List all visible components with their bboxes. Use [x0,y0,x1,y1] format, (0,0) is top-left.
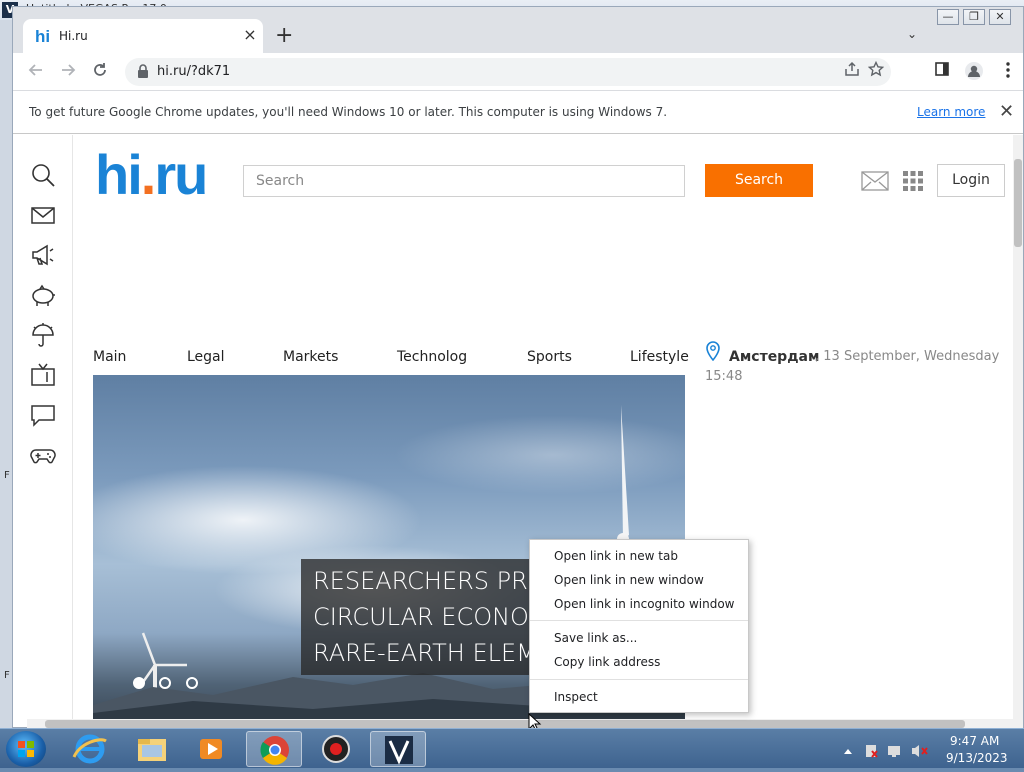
menu-separator [530,620,748,621]
hero-caption-line: RARE-EARTH ELEM [313,639,537,667]
location-time: 15:48 [705,369,743,384]
menu-separator [530,679,748,680]
piggy-bank-icon[interactable] [29,281,57,309]
menu-open-new-tab[interactable]: Open link in new tab [554,549,678,563]
address-bar[interactable]: hi.ru/?dk71 [125,58,891,86]
internet-explorer-icon[interactable] [62,731,118,767]
update-infobar: To get future Google Chrome updates, you… [13,92,1023,134]
tab-search-chevron-icon[interactable]: ⌄ [907,27,917,41]
logo-dot: . [140,143,157,206]
side-navigation [13,135,73,719]
minimize-button[interactable]: — [937,9,959,25]
infobar-close-icon[interactable]: ✕ [999,101,1014,122]
slide-dot[interactable] [159,677,171,689]
learn-more-link[interactable]: Learn more [917,105,985,119]
back-arrow-icon[interactable] [25,61,47,83]
location-city[interactable]: Амстердам [729,349,819,365]
search-icon[interactable] [29,161,57,189]
location-pin-icon [706,341,720,361]
nav-main[interactable]: Main [93,349,126,365]
nav-legal[interactable]: Legal [187,349,225,365]
tab-strip: — ❐ ✕ hi Hi.ru × + ⌄ [13,7,1023,53]
apps-grid-icon[interactable] [903,171,923,191]
new-tab-button[interactable]: + [275,25,293,47]
profile-avatar-icon[interactable] [963,61,985,83]
hero-caption-line: RESEARCHERS PRO [313,567,547,595]
location-date: , 13 September, Wednesday [815,349,1000,364]
tab-close-icon[interactable]: × [241,26,259,44]
lock-icon[interactable] [135,63,151,79]
share-icon[interactable] [841,61,863,83]
system-tray-icons[interactable] [842,743,932,759]
hi-ru-logo[interactable]: hi.ru [95,147,208,203]
vertical-scrollbar-thumb[interactable] [1014,159,1022,247]
browser-toolbar: hi.ru/?dk71 [13,53,1023,91]
vertical-scrollbar[interactable] [1013,135,1023,719]
slide-dot[interactable] [133,677,145,689]
horizontal-scrollbar-thumb[interactable] [45,720,965,728]
nav-technology[interactable]: Technolog [397,349,467,365]
tab-title: Hi.ru [59,29,88,43]
page-viewport: hi.ru Search Search Login Main Legal Mar… [13,135,1013,719]
media-player-icon[interactable] [184,731,240,767]
logo-text: hi [95,143,143,206]
envelope-icon[interactable] [861,171,889,191]
hero-caption-line: CIRCULAR ECONON [313,603,547,631]
megaphone-icon[interactable] [29,241,57,269]
menu-kebab-icon[interactable] [997,61,1019,83]
windows-taskbar [0,728,1024,768]
search-button[interactable]: Search [705,164,813,197]
edge-mark: F [4,670,10,681]
vegas-pro-icon[interactable] [370,731,426,767]
url-text: hi.ru/?dk71 [157,64,231,79]
weather-umbrella-icon[interactable] [29,321,57,349]
background-window-edge: F F [0,20,12,728]
tab-hi-ru[interactable]: hi Hi.ru × [23,19,263,53]
search-input[interactable]: Search [243,165,685,197]
menu-copy-link[interactable]: Copy link address [554,655,660,669]
tv-icon[interactable] [29,361,57,389]
file-explorer-icon[interactable] [124,731,180,767]
menu-open-new-window[interactable]: Open link in new window [554,573,704,587]
menu-inspect[interactable]: Inspect [554,690,598,704]
nav-markets[interactable]: Markets [283,349,338,365]
maximize-button[interactable]: ❐ [963,9,985,25]
infobar-message: To get future Google Chrome updates, you… [29,105,668,119]
clock-date[interactable]: 9/13/2023 [946,751,1008,765]
chrome-window: — ❐ ✕ hi Hi.ru × + ⌄ hi.ru/?dk71 To get … [12,6,1024,729]
mail-icon[interactable] [29,201,57,229]
close-window-button[interactable]: ✕ [989,9,1011,25]
start-button[interactable] [6,731,46,767]
clock-time[interactable]: 9:47 AM [950,734,999,748]
gamepad-icon[interactable] [29,441,57,469]
login-button[interactable]: Login [937,164,1005,197]
menu-open-incognito[interactable]: Open link in incognito window [554,597,734,611]
edge-mark: F [4,470,10,481]
nav-lifestyle[interactable]: Lifestyle [630,349,689,365]
chrome-icon[interactable] [246,731,302,767]
menu-save-link[interactable]: Save link as... [554,631,637,645]
reload-icon[interactable] [89,61,111,83]
slide-dot[interactable] [186,677,198,689]
bookmark-star-icon[interactable] [865,60,887,83]
nav-sports[interactable]: Sports [527,349,572,365]
side-panel-icon[interactable] [931,61,953,83]
context-menu: Open link in new tab Open link in new wi… [529,539,749,713]
forward-arrow-icon[interactable] [57,61,79,83]
hi-ru-favicon-icon: hi [35,27,51,46]
screen-recorder-icon[interactable] [308,731,364,767]
chat-bubble-icon[interactable] [29,401,57,429]
logo-text: ru [154,143,208,206]
